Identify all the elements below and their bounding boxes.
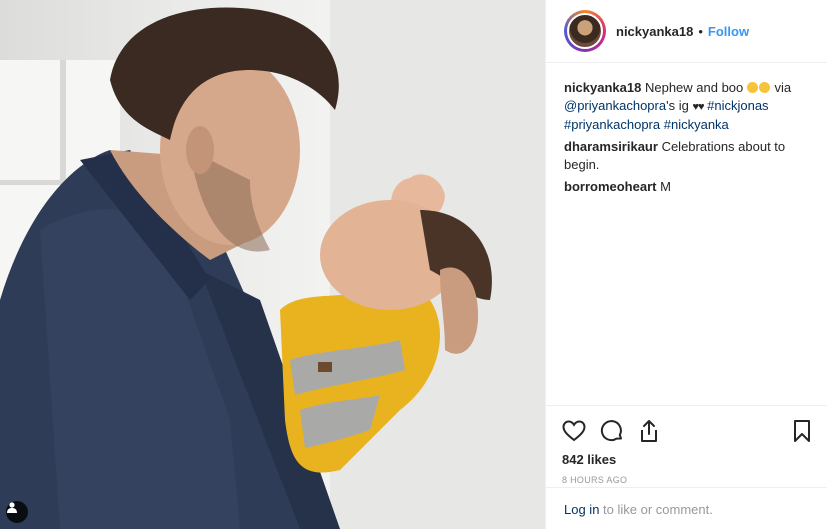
avatar[interactable] [567, 13, 603, 49]
login-prompt: Log in to like or comment. [546, 487, 827, 531]
comment-username[interactable]: dharamsirikaur [564, 139, 658, 154]
action-bar: 842 likes 8 HOURS AGO [546, 405, 827, 485]
comment-button[interactable] [600, 419, 624, 443]
photo-illustration [0, 0, 545, 529]
instagram-post: nickyanka18 • Follow nickyanka18 Nephew … [0, 0, 827, 529]
header-separator: • [698, 23, 703, 39]
comment-icon [600, 420, 622, 442]
post-timestamp[interactable]: 8 HOURS AGO [562, 475, 811, 485]
comment-item: dharamsirikaur Celebrations about to beg… [564, 138, 809, 174]
likes-count[interactable]: 842 likes [562, 452, 811, 467]
follow-button[interactable]: Follow [708, 24, 749, 39]
login-prompt-text: to like or comment. [603, 502, 713, 517]
caption-text: Nephew and boo [644, 80, 744, 95]
comment-username[interactable]: borromeoheart [564, 179, 656, 194]
bookmark-icon [794, 420, 810, 442]
action-icons [562, 414, 811, 448]
hashtag-link[interactable]: #priyankachopra [564, 117, 660, 132]
like-button[interactable] [562, 420, 586, 442]
share-button[interactable] [638, 419, 660, 443]
login-link[interactable]: Log in [564, 502, 599, 517]
heart-icon [562, 420, 586, 442]
caption: nickyanka18 Nephew and boo via @priyanka… [564, 79, 809, 134]
caption-ig-text: 's ig [666, 98, 689, 113]
comment-text: M [660, 179, 671, 194]
save-button[interactable] [793, 419, 811, 443]
comments-list: nickyanka18 Nephew and boo via @priyanka… [546, 63, 827, 196]
caption-username[interactable]: nickyanka18 [564, 80, 641, 95]
user-tag-button[interactable] [6, 501, 28, 523]
hashtag-link[interactable]: #nickjonas [707, 98, 768, 113]
black-hearts-emoji: ♥♥ [692, 101, 704, 113]
comment-item: borromeoheart M [564, 178, 809, 196]
mention-link[interactable]: @priyankachopra [564, 98, 666, 113]
caption-via: via [774, 80, 792, 95]
share-icon [641, 420, 657, 442]
smiling-face-emoji-icon [758, 82, 770, 93]
avatar-story-ring[interactable] [564, 10, 606, 52]
post-sidebar: nickyanka18 • Follow nickyanka18 Nephew … [545, 0, 827, 529]
user-tag-icon [7, 502, 17, 513]
header-username[interactable]: nickyanka18 [616, 24, 693, 39]
hashtag-link[interactable]: #nickyanka [664, 117, 729, 132]
smiling-face-emoji-icon [746, 82, 758, 93]
post-photo[interactable] [0, 0, 545, 529]
post-header: nickyanka18 • Follow [546, 0, 827, 63]
